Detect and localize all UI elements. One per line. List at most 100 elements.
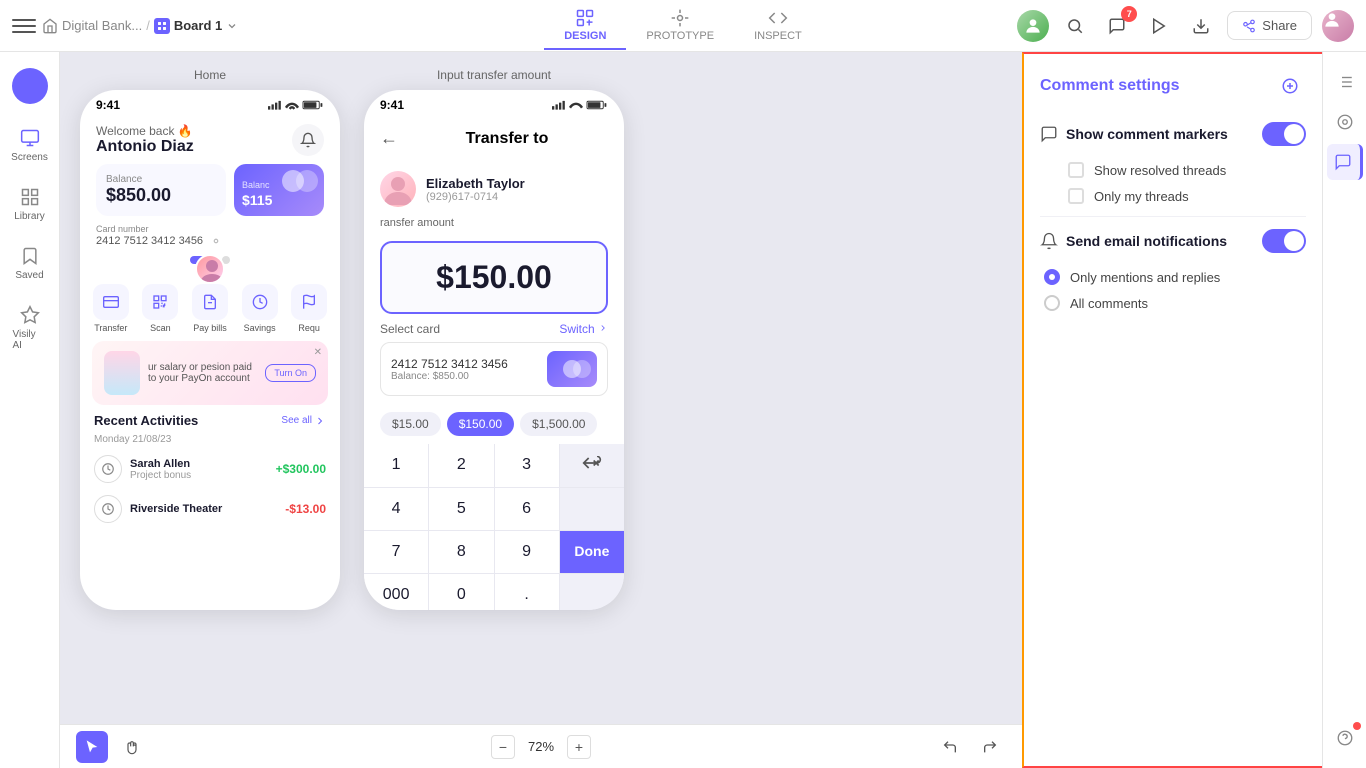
show-comment-markers-toggle[interactable] [1262, 122, 1306, 146]
share-label: Share [1262, 18, 1297, 33]
back-button[interactable]: ← [380, 128, 398, 149]
sidebar-item-screens[interactable]: Screens [5, 120, 55, 171]
rs-settings-btn[interactable] [1327, 64, 1363, 100]
key-9[interactable]: 9 [495, 531, 559, 573]
topbar: Digital Bank... / Board 1 DESIGN PROTOTY… [0, 0, 1366, 52]
show-resolved-checkbox[interactable] [1068, 162, 1084, 178]
user-avatar-main[interactable] [1017, 10, 1049, 42]
switch-link[interactable]: Switch [559, 322, 608, 336]
zoom-minus-btn[interactable]: − [491, 735, 515, 759]
only-my-threads-checkbox[interactable] [1068, 188, 1084, 204]
search-icon-btn[interactable] [1059, 10, 1091, 42]
add-comment-btn[interactable] [1274, 70, 1306, 102]
key-000[interactable]: 000 [364, 574, 428, 610]
play-btn[interactable] [1143, 10, 1175, 42]
comment-panel-content: Comment settings Show comment markers [1024, 54, 1322, 766]
key-0[interactable]: 0 [429, 574, 493, 610]
only-mentions-radio[interactable] [1044, 269, 1060, 285]
cursor-tool[interactable] [76, 731, 108, 763]
toolbar-center: − 72% + [160, 735, 922, 759]
action-pay-bills[interactable]: Pay bills [192, 284, 228, 333]
undo-btn[interactable] [934, 731, 966, 763]
tab-prototype[interactable]: PROTOTYPE [626, 2, 734, 50]
zoom-value: 72% [523, 739, 559, 754]
amount-chip-15[interactable]: $15.00 [380, 412, 441, 436]
key-7[interactable]: 7 [364, 531, 428, 573]
amount-chip-1500[interactable]: $1,500.00 [520, 412, 597, 436]
key-done[interactable]: Done [560, 531, 624, 573]
main-layout: Screens Library Saved Visily AI Home [0, 52, 1366, 768]
promo-close-btn[interactable]: ✕ [314, 347, 322, 358]
action-requ[interactable]: Requ [291, 284, 327, 333]
requ-label: Requ [298, 323, 320, 333]
key-dot[interactable]: . [495, 574, 559, 610]
all-comments-radio[interactable] [1044, 295, 1060, 311]
breadcrumb-board[interactable]: Board 1 [154, 18, 238, 34]
contact-phone: (929)617-0714 [426, 191, 525, 203]
notification-badge: 7 [1121, 6, 1137, 22]
user-float-avatar [195, 254, 225, 284]
share-button[interactable]: Share [1227, 11, 1312, 40]
balance-section: Balance $850.00 Balanc [80, 164, 340, 224]
trans-info-riverside: Riverside Theater [130, 503, 277, 515]
left-sidebar: Screens Library Saved Visily AI [0, 52, 60, 768]
sidebar-item-visily-ai[interactable]: Visily AI [5, 297, 55, 359]
bottom-toolbar: − 72% + [60, 724, 1022, 768]
tab-design[interactable]: DESIGN [544, 2, 626, 50]
key-8[interactable]: 8 [429, 531, 493, 573]
hamburger-icon[interactable] [12, 14, 36, 38]
card-number-transfer: 2412 7512 3412 3456 [391, 357, 539, 371]
card-mini-visual [547, 351, 597, 387]
only-my-threads-row: Only my threads [1068, 188, 1306, 204]
action-scan[interactable]: Scan [142, 284, 178, 333]
amount-display-box[interactable]: $150.00 [380, 241, 608, 314]
input-label: ransfer amount [380, 217, 608, 229]
tab-design-label: DESIGN [564, 30, 606, 42]
home-phone-frame[interactable]: 9:41 Welcome back 🔥 Antonio Diaz [80, 90, 340, 610]
send-email-text: Send email notifications [1066, 233, 1227, 249]
balance-card-primary: Balance $850.00 [96, 164, 226, 216]
key-4[interactable]: 4 [364, 488, 428, 530]
key-5[interactable]: 5 [429, 488, 493, 530]
trans-amount-riverside: -$13.00 [285, 502, 326, 516]
topbar-center: DESIGN PROTOTYPE INSPECT [544, 2, 822, 50]
action-transfer[interactable]: Transfer [93, 284, 129, 333]
status-icons-transfer [552, 100, 608, 110]
contact-info: Elizabeth Taylor (929)617-0714 [426, 176, 525, 203]
redo-btn[interactable] [974, 731, 1006, 763]
key-2[interactable]: 2 [429, 444, 493, 487]
tab-inspect[interactable]: INSPECT [734, 2, 822, 50]
transaction-sarah: Sarah Allen Project bonus +$300.00 [80, 449, 340, 489]
key-backspace[interactable] [560, 444, 624, 487]
help-badge [1353, 722, 1361, 730]
select-card-label: Select card [380, 322, 440, 336]
sidebar-item-library[interactable]: Library [5, 179, 55, 230]
input-label-section: ransfer amount [364, 217, 624, 233]
key-6[interactable]: 6 [495, 488, 559, 530]
zoom-plus-btn[interactable]: + [567, 735, 591, 759]
transfer-phone-frame[interactable]: 9:41 ← Transfer to [364, 90, 624, 610]
scan-icon [142, 284, 178, 320]
sidebar-item-saved[interactable]: Saved [5, 238, 55, 289]
sidebar-saved-label: Saved [15, 270, 43, 281]
recent-title: Recent Activities [94, 413, 198, 428]
only-my-threads-label: Only my threads [1094, 189, 1189, 204]
add-screen-button[interactable] [12, 68, 48, 104]
contact-item[interactable]: Elizabeth Taylor (929)617-0714 [364, 161, 624, 217]
key-1[interactable]: 1 [364, 444, 428, 487]
send-email-toggle[interactable] [1262, 229, 1306, 253]
rs-comment-btn[interactable] [1327, 144, 1363, 180]
promo-turn-on-btn[interactable]: Turn On [265, 364, 316, 382]
download-btn[interactable] [1185, 10, 1217, 42]
user-avatar-right[interactable] [1322, 10, 1354, 42]
hand-tool[interactable] [116, 731, 148, 763]
amount-chip-150[interactable]: $150.00 [447, 412, 514, 436]
rs-help-btn[interactable] [1327, 720, 1363, 756]
key-3[interactable]: 3 [495, 444, 559, 487]
action-savings[interactable]: Savings [242, 284, 278, 333]
see-all-btn[interactable]: See all [281, 415, 326, 427]
bell-icon[interactable] [292, 124, 324, 156]
card-item[interactable]: 2412 7512 3412 3456 Balance: $850.00 [380, 342, 608, 396]
comment-notification-btn[interactable]: 7 [1101, 10, 1133, 42]
rs-design-btn[interactable] [1327, 104, 1363, 140]
